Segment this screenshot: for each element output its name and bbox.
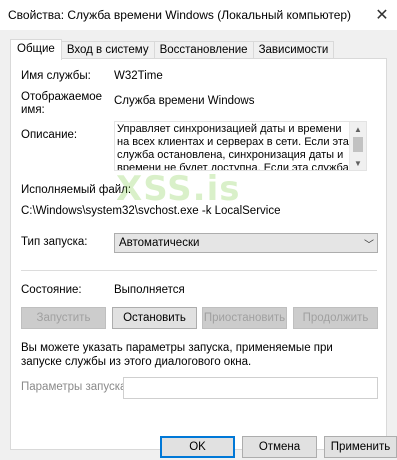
scroll-up-icon[interactable]: ▲ [350, 122, 366, 136]
startup-type-value: Автоматически [119, 237, 200, 249]
tab-recovery[interactable]: Восстановление [153, 41, 254, 59]
display-name-value: Служба времени Windows [114, 95, 255, 107]
window-title: Свойства: Служба времени Windows (Локаль… [8, 8, 352, 22]
close-button[interactable]: ✕ [367, 0, 397, 30]
scroll-thumb[interactable] [353, 137, 363, 152]
close-icon: ✕ [375, 7, 389, 24]
description-scrollbar[interactable]: ▲ ▼ [349, 122, 366, 170]
description-text: Управляет синхронизацией даты и времени … [117, 123, 349, 171]
pause-button[interactable]: Приостановить [202, 307, 287, 329]
display-name-label-line2: имя: [21, 104, 45, 116]
separator [21, 270, 377, 271]
description-label: Описание: [21, 129, 78, 141]
startup-type-select[interactable]: Автоматически ﹀ [114, 233, 378, 253]
params-label: Параметры запуска: [21, 381, 130, 393]
resume-button[interactable]: Продолжить [293, 307, 378, 329]
service-name-value: W32Time [114, 70, 163, 82]
tab-logon[interactable]: Вход в систему [60, 41, 155, 59]
ok-button[interactable]: OK [160, 436, 235, 458]
start-button[interactable]: Запустить [21, 307, 106, 329]
display-name-label-line1: Отображаемое [21, 91, 103, 103]
tab-dependencies[interactable]: Зависимости [252, 41, 335, 59]
general-tab-panel: Имя службы: W32Time Отображаемое имя: Сл… [10, 58, 387, 450]
status-label: Состояние: [21, 284, 82, 296]
executable-path: C:\Windows\system32\svchost.exe -k Local… [21, 205, 281, 217]
scroll-down-icon[interactable]: ▼ [350, 156, 366, 170]
watermark: XSS.is [116, 169, 241, 209]
tab-strip: Общие Вход в систему Восстановление Зави… [10, 39, 335, 60]
description-box[interactable]: Управляет синхронизацией даты и времени … [114, 121, 367, 171]
cancel-button[interactable]: Отмена [242, 436, 317, 458]
title-bar: Свойства: Служба времени Windows (Локаль… [0, 0, 397, 32]
stop-button[interactable]: Остановить [112, 307, 197, 329]
tab-general[interactable]: Общие [10, 39, 62, 60]
dialog-body: Общие Вход в систему Восстановление Зави… [0, 30, 397, 460]
params-input[interactable] [123, 377, 378, 399]
params-hint: Вы можете указать параметры запуска, при… [21, 342, 333, 368]
executable-label: Исполняемый файл: [21, 184, 132, 196]
startup-type-label: Тип запуска: [21, 236, 88, 248]
status-value: Выполняется [114, 284, 185, 296]
chevron-down-icon: ﹀ [364, 240, 374, 251]
apply-button[interactable]: Применить [324, 436, 397, 458]
service-name-label: Имя службы: [21, 70, 91, 82]
